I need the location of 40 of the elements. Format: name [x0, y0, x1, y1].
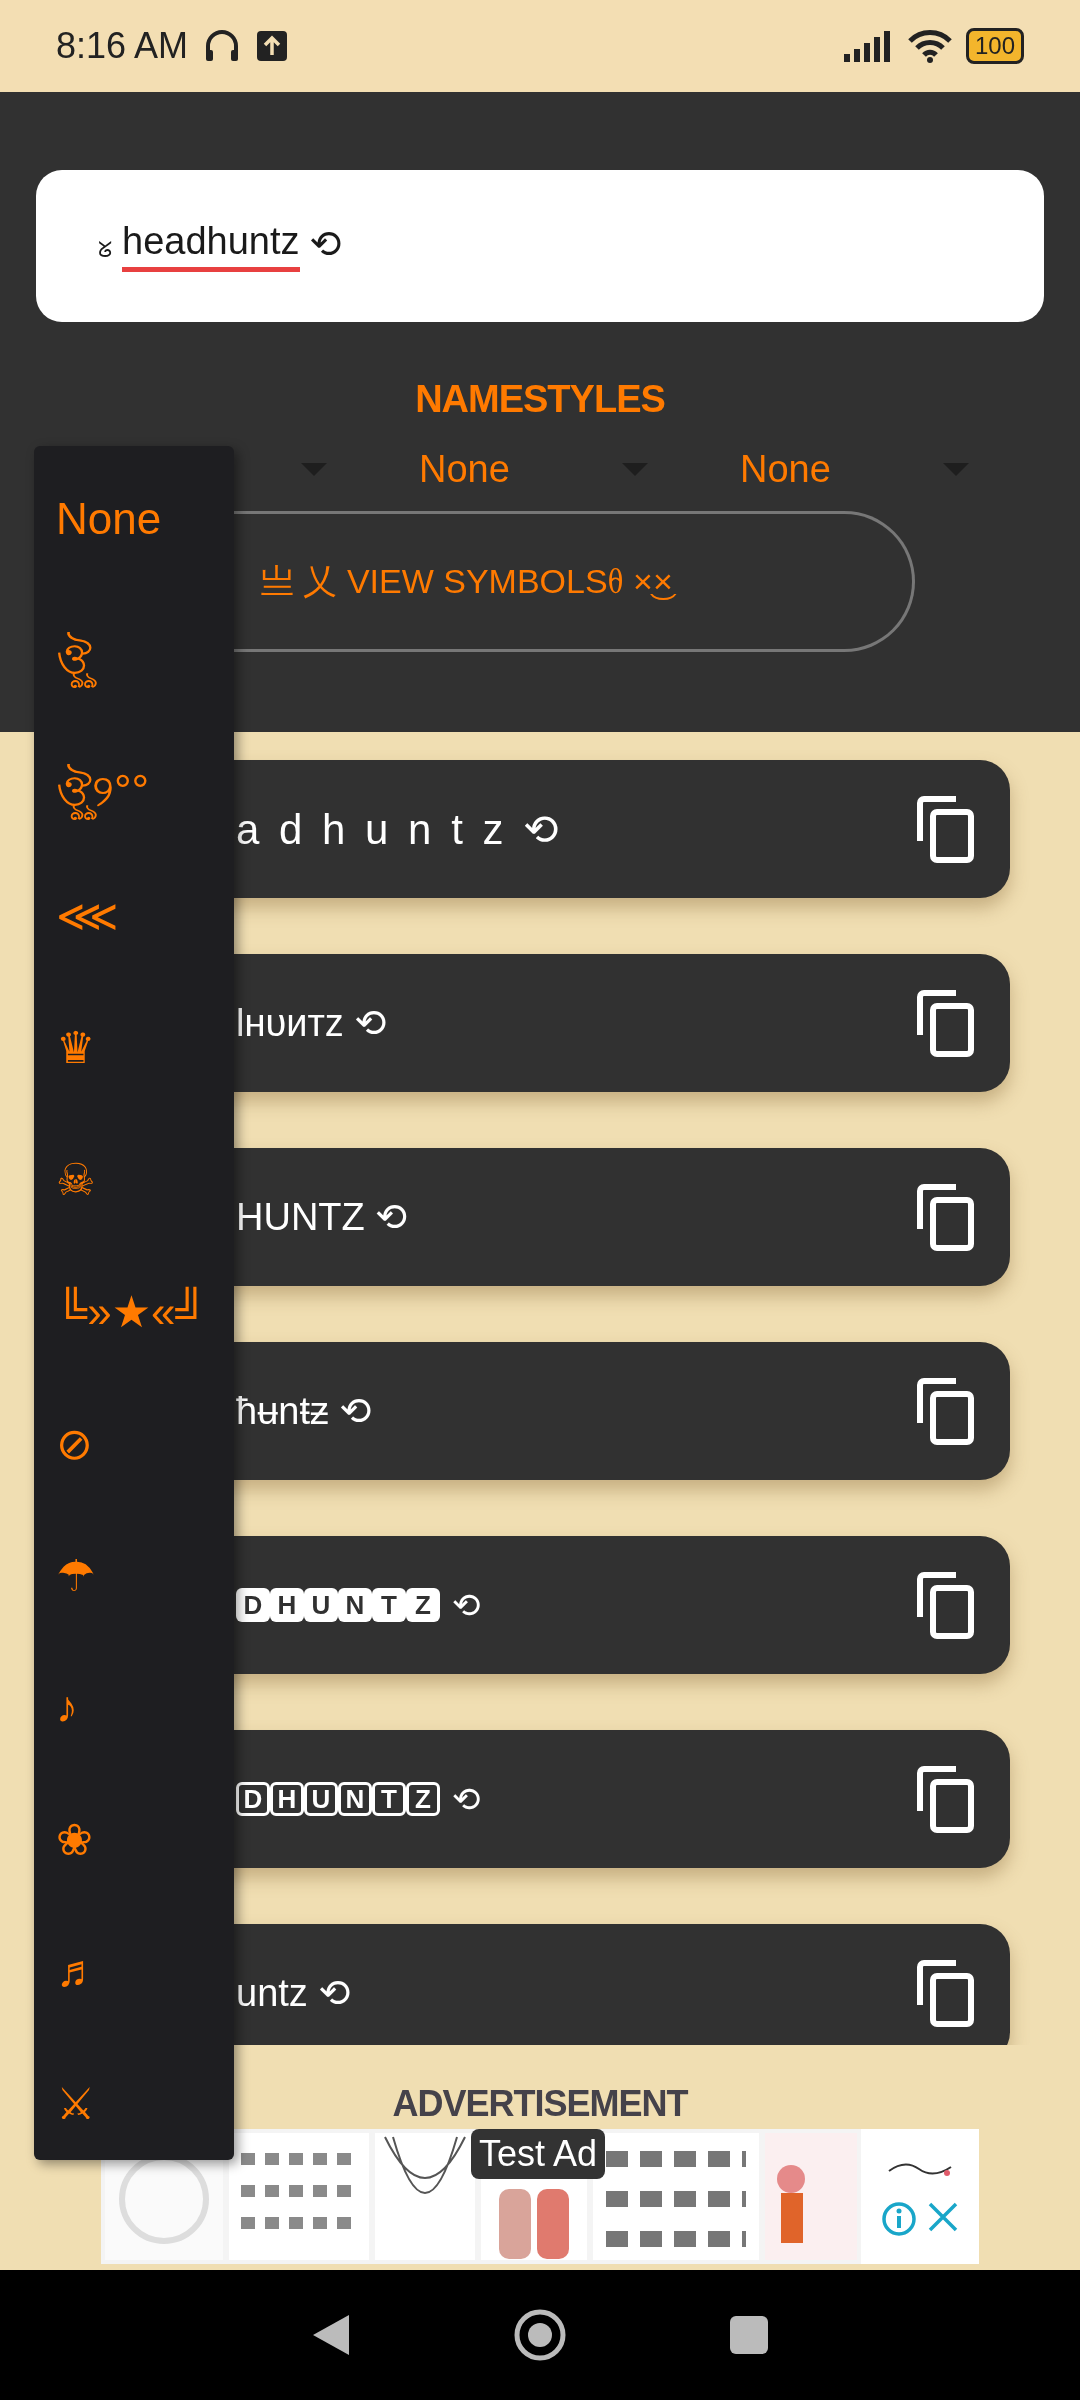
back-icon[interactable]	[311, 2313, 351, 2357]
dropdown-value[interactable]: None	[740, 447, 831, 491]
styled-name: a d h u n t z ⟲	[236, 804, 563, 854]
copy-icon[interactable]	[916, 1377, 974, 1445]
styled-name: ħʉnŧƶ ⟲	[236, 1389, 372, 1433]
recents-icon[interactable]	[729, 2315, 769, 2355]
wifi-icon	[907, 29, 952, 63]
menu-item[interactable]: ❀	[34, 1804, 234, 1936]
menu-item[interactable]: ♪	[34, 1672, 234, 1804]
styled-name: D H U N T Z ⟲	[236, 1779, 481, 1819]
copy-icon[interactable]	[916, 1571, 974, 1639]
ad-label: Test Ad	[471, 2129, 606, 2179]
copy-icon[interactable]	[916, 1183, 974, 1251]
upload-icon	[256, 30, 289, 62]
dropdown-value[interactable]: None	[419, 447, 510, 491]
name-input-field[interactable]: ᘜ headhuntz ⟲	[36, 170, 1044, 322]
menu-item[interactable]: ♬	[34, 1936, 234, 2068]
copy-icon[interactable]	[916, 1765, 974, 1833]
clock-time: 8:16 AM	[56, 25, 189, 67]
styled-name: untz ⟲	[236, 1971, 351, 2015]
battery-icon: 100	[965, 28, 1024, 64]
close-icon[interactable]	[927, 2200, 959, 2233]
styled-name: lʜᴜᴎᴛᴢ ⟲	[236, 1001, 387, 1045]
copy-icon[interactable]	[916, 795, 974, 863]
menu-item[interactable]: ঔৣ୨°°	[34, 748, 234, 880]
styled-name: HUNTZ ⟲	[236, 1195, 408, 1239]
menu-item[interactable]: ☂	[34, 1540, 234, 1672]
menu-item[interactable]: ♛	[34, 1012, 234, 1144]
menu-item[interactable]: ╚»★«╝	[34, 1276, 234, 1408]
menu-item[interactable]: ☠	[34, 1144, 234, 1276]
section-title: NAMESTYLES	[414, 378, 666, 421]
copy-icon[interactable]	[916, 1959, 974, 2027]
ad-banner[interactable]: Test Ad	[101, 2129, 979, 2264]
advertisement-heading: ADVERTISEMENT	[392, 2083, 688, 2125]
home-icon[interactable]	[513, 2308, 567, 2362]
styled-name: D H U N T Z ⟲	[236, 1585, 481, 1625]
copy-icon[interactable]	[916, 989, 974, 1057]
menu-item[interactable]: ⊘	[34, 1408, 234, 1540]
menu-item[interactable]: ⋘	[34, 880, 234, 1012]
info-icon[interactable]	[881, 2200, 917, 2237]
